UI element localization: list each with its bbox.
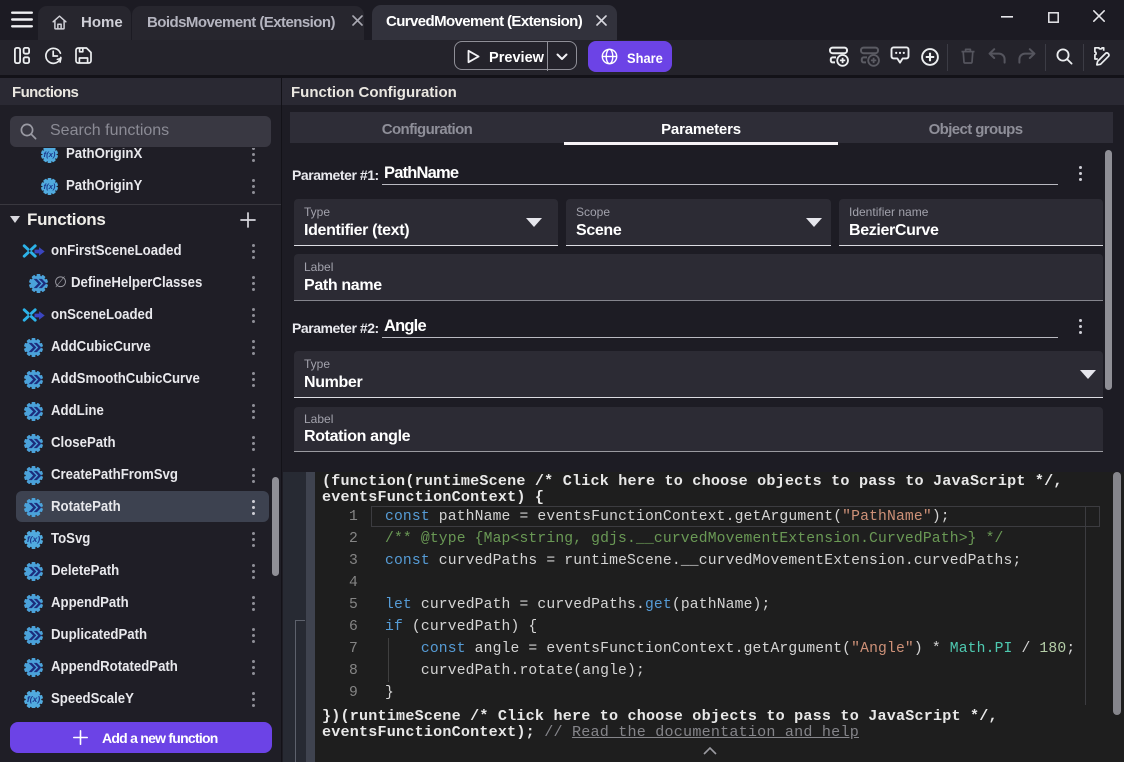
svg-text:f(x): f(x) (44, 182, 56, 191)
svg-text:f(x): f(x) (27, 694, 41, 704)
svg-text:f(x): f(x) (27, 534, 41, 544)
svg-text:f(x): f(x) (44, 150, 56, 159)
